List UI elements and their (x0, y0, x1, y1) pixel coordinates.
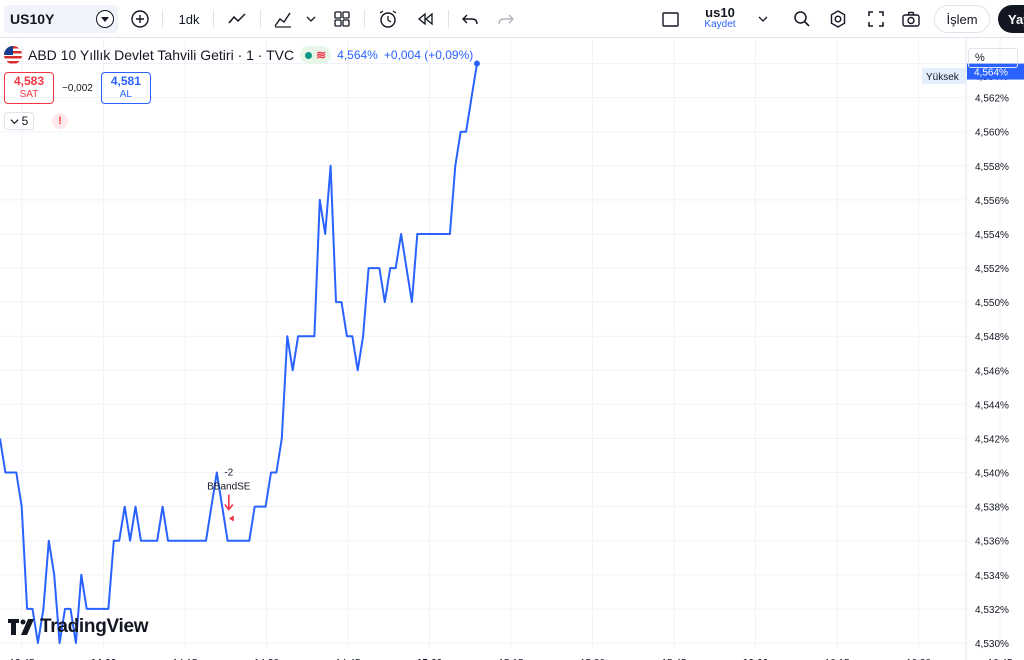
line-chart-icon (228, 13, 246, 24)
fullscreen-layout-button[interactable] (656, 5, 684, 33)
camera-icon (902, 11, 920, 27)
signal-label: BBandSE (207, 482, 251, 493)
buy-label: AL (119, 89, 132, 100)
snapshot-button[interactable] (897, 5, 925, 33)
series-legend[interactable]: ABD 10 Yıllık Devlet Tahvili Getiri · 1 … (4, 46, 473, 64)
sell-arrow-icon (224, 494, 234, 511)
market-open-dot (305, 51, 313, 59)
price-tick-label: 4,558% (975, 162, 1009, 173)
watermark-text: TradingView (40, 616, 149, 637)
alarm-clock-icon (379, 10, 397, 28)
layouts-button[interactable] (328, 5, 356, 33)
redo-button[interactable] (492, 5, 520, 33)
interval-button[interactable]: 1dk (172, 5, 206, 33)
price-tick-label: 4,538% (975, 503, 1009, 514)
compare-button[interactable] (126, 5, 154, 33)
chevron-down-icon (758, 16, 768, 22)
price-tick-label: 4,552% (975, 264, 1009, 275)
price-tick-label: 4,534% (975, 571, 1009, 582)
spread-value: −0,002 (62, 82, 93, 94)
buy-price: 4,581 (110, 74, 141, 88)
quick-trade-panel: 4,583 SAT −0,002 4,581 AL (4, 72, 151, 104)
warning-icon[interactable]: ! (52, 113, 68, 129)
add-symbol-icon[interactable] (96, 10, 114, 28)
data-delay-icon: ≋ (316, 48, 327, 62)
search-icon (794, 11, 810, 27)
price-tick-label: 4,536% (975, 537, 1009, 548)
vertical-gridlines (21, 38, 1001, 648)
layout-dropdown[interactable] (754, 5, 772, 33)
series-line (0, 63, 478, 644)
price-tick-label: 4,530% (975, 639, 1009, 650)
alert-button[interactable] (373, 5, 403, 33)
price-tick-label: 4,562% (975, 94, 1009, 105)
publish-button[interactable]: Yay (998, 5, 1024, 33)
high-label: Yüksek (926, 72, 960, 83)
series-title[interactable]: ABD 10 Yıllık Devlet Tahvili Getiri · 1 … (28, 47, 294, 63)
indicators-button[interactable] (268, 5, 298, 33)
price-tick-label: 4,550% (975, 298, 1009, 309)
symbol-search-button[interactable]: US10Y (4, 5, 118, 33)
price-tick-label: 4,556% (975, 196, 1009, 207)
price-tick-label: 4,542% (975, 434, 1009, 445)
indicators-count: 5 (21, 114, 29, 128)
price-tick-label: 4,544% (975, 400, 1009, 411)
sell-price: 4,583 (13, 74, 45, 88)
indicators-dropdown[interactable] (302, 5, 320, 33)
grid-icon (334, 11, 350, 27)
replay-button[interactable] (410, 5, 440, 33)
undo-button[interactable] (456, 5, 484, 33)
indicators-icon (274, 12, 291, 28)
symbol-name: US10Y (10, 11, 55, 27)
legend-last-value: 4,564% (337, 48, 378, 62)
last-price-dot (473, 60, 480, 67)
price-tick-label: 4,560% (975, 128, 1009, 139)
data-points (0, 64, 477, 643)
chevron-down-icon (306, 16, 316, 22)
price-chart[interactable]: 4,530% 4,532% 4,534% 4,536% 4,538% 4,540% 4,54… (0, 38, 1024, 660)
top-toolbar: US10Y 1dk us10 Kaydet İşlem Ya (0, 0, 1024, 38)
chevron-down-icon (10, 118, 19, 124)
plus-circle-icon (131, 10, 149, 28)
quick-search-button[interactable] (788, 5, 816, 33)
indicators-toggle[interactable]: 5 (4, 112, 34, 130)
last-price-label: 4,564% (974, 68, 1008, 79)
sell-button[interactable]: 4,583 SAT (4, 72, 54, 104)
us-flag-icon (4, 46, 22, 64)
chart-type-button[interactable] (222, 5, 252, 33)
scale-mode-label[interactable]: % (968, 48, 1018, 68)
sell-label: SAT (19, 89, 39, 100)
rewind-icon (417, 12, 433, 26)
layout-save-label: Kaydet (704, 19, 736, 30)
trade-button[interactable]: İşlem (934, 5, 990, 33)
tradingview-logo: TradingView (8, 616, 149, 638)
signal-quantity: -2 (224, 468, 233, 479)
gear-icon (830, 10, 846, 28)
undo-icon (462, 14, 478, 25)
price-axis[interactable]: 4,530% 4,532% 4,534% 4,536% 4,538% 4,540% 4,54… (975, 94, 1009, 650)
fullscreen-button[interactable] (862, 5, 890, 33)
tradingview-logo-icon (8, 619, 34, 635)
chart-pane[interactable]: 4,530% 4,532% 4,534% 4,536% 4,538% 4,540% 4,54… (0, 38, 1024, 660)
layout-name-button[interactable]: us10 Kaydet (690, 5, 750, 33)
buy-button[interactable]: 4,581 AL (100, 72, 151, 104)
price-tick-label: 4,546% (975, 366, 1009, 377)
market-status-badge[interactable]: ≋ (300, 46, 332, 64)
horizontal-gridlines (0, 63, 966, 644)
indicators-row: 5 ! (4, 112, 68, 130)
price-tick-label: 4,554% (975, 230, 1009, 241)
price-tick-label: 4,540% (975, 469, 1009, 480)
fullscreen-icon (868, 11, 884, 27)
layout-title: us10 (705, 5, 735, 20)
settings-button[interactable] (824, 5, 852, 33)
legend-change: +0,004 (+0,09%) (383, 48, 474, 62)
price-tick-label: 4,532% (975, 605, 1009, 616)
square-icon (662, 12, 679, 27)
redo-icon (498, 14, 514, 25)
price-tick-label: 4,548% (975, 332, 1009, 343)
signal-marker-icon (228, 515, 234, 522)
